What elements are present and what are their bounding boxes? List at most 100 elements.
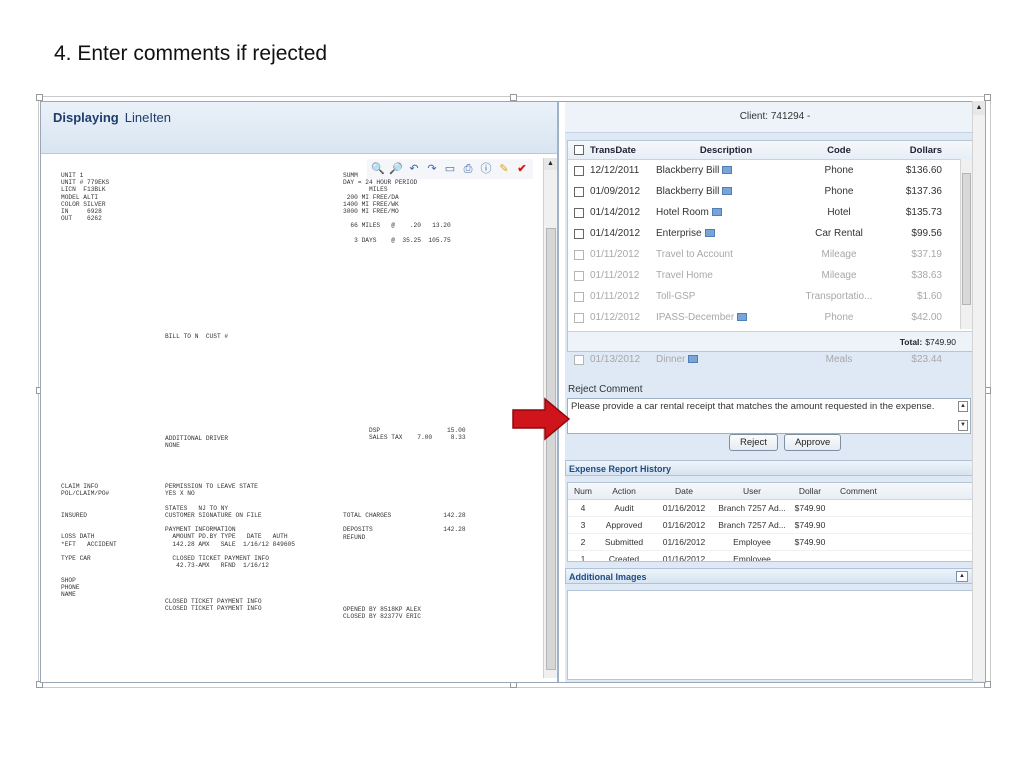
attachment-icon[interactable] xyxy=(722,166,733,175)
col-transdate[interactable]: TransDate xyxy=(590,145,648,156)
hcol-date[interactable]: Date xyxy=(650,486,718,496)
hcol-action[interactable]: Action xyxy=(598,486,650,496)
row-code: Phone xyxy=(824,165,854,176)
comment-scroll-up-icon[interactable]: ▲ xyxy=(958,401,968,412)
expense-row[interactable]: 01/11/2012 Toll-GSP Transportatio... $1.60 xyxy=(568,286,972,307)
row-checkbox[interactable] xyxy=(574,249,584,260)
row-checkbox[interactable] xyxy=(574,186,584,197)
scroll-up-icon[interactable]: ▲ xyxy=(544,158,557,170)
row-description[interactable]: IPASS-December xyxy=(648,312,796,323)
resize-handle-tr[interactable] xyxy=(984,94,991,101)
pencil-icon[interactable]: ✎ xyxy=(497,162,511,176)
expense-row[interactable]: 01/09/2012 Blackberry Bill Phone $137.36 xyxy=(568,181,972,202)
row-checkbox[interactable] xyxy=(574,270,584,281)
page-scrollbar[interactable]: ▲ xyxy=(972,101,985,681)
row-description-text: Hotel Room xyxy=(656,207,709,218)
history-user: Branch 7257 Ad... xyxy=(718,520,786,530)
history-grid-header: Num Action Date User Dollar Comment xyxy=(568,483,972,500)
expense-grid-scrollbar[interactable] xyxy=(960,159,972,329)
total-label: Total: xyxy=(899,337,923,347)
reject-comment-input[interactable]: Please provide a car rental receipt that… xyxy=(567,398,971,434)
red-arrow-icon xyxy=(512,397,571,441)
history-row[interactable]: 3 Approved 01/16/2012 Branch 7257 Ad... $749… xyxy=(568,517,972,534)
resize-handle-tl[interactable] xyxy=(36,94,43,101)
resize-handle-t[interactable] xyxy=(510,94,517,101)
attachment-icon[interactable] xyxy=(704,229,715,238)
attachment-icon[interactable] xyxy=(737,313,748,322)
row-dollars: $37.19 xyxy=(911,249,942,260)
row-checkbox[interactable] xyxy=(574,207,584,218)
row-description[interactable]: Hotel Room xyxy=(648,207,796,218)
select-all-checkbox[interactable] xyxy=(574,145,584,155)
history-row[interactable]: 4 Audit 01/16/2012 Branch 7257 Ad... $749.90 xyxy=(568,500,972,517)
viewer-heading-item: LineIten xyxy=(124,110,172,125)
history-date: 01/16/2012 xyxy=(662,503,706,513)
comment-scrollbar[interactable]: ▲ ▼ xyxy=(958,401,968,431)
expense-scroll-thumb[interactable] xyxy=(962,173,971,305)
row-dollars: $135.73 xyxy=(905,207,942,218)
total-value: $749.90 xyxy=(925,337,956,347)
checkmark-icon[interactable]: ✔ xyxy=(515,162,529,176)
row-description[interactable]: Blackberry Bill xyxy=(648,186,796,197)
hcol-comment[interactable]: Comment xyxy=(834,486,900,496)
row-checkbox[interactable] xyxy=(574,228,584,239)
hcol-user[interactable]: User xyxy=(718,486,786,496)
row-checkbox[interactable] xyxy=(574,354,584,365)
row-checkbox[interactable] xyxy=(574,165,584,176)
col-description[interactable]: Description xyxy=(648,145,796,156)
history-section-header: Expense Report History xyxy=(565,460,973,476)
row-description-text: Enterprise xyxy=(656,228,702,239)
receipt-driver-block: ADDITIONAL DRIVER NONE xyxy=(165,435,229,450)
col-code[interactable]: Code xyxy=(796,145,882,156)
expense-row[interactable]: 01/14/2012 Hotel Room Hotel $135.73 xyxy=(568,202,972,223)
row-description[interactable]: Enterprise xyxy=(648,228,796,239)
expense-row[interactable]: 01/11/2012 Travel to Account Mileage $37.19 xyxy=(568,244,972,265)
attachment-icon[interactable] xyxy=(711,208,722,217)
hcol-dollar[interactable]: Dollar xyxy=(786,486,834,496)
history-row[interactable]: 1 Created 01/16/2012 Employee xyxy=(568,551,972,561)
scroll-thumb[interactable] xyxy=(546,228,556,670)
row-description[interactable]: Toll-GSP xyxy=(648,291,796,302)
expense-grid: TransDate Description Code Dollars 12/12… xyxy=(567,140,973,365)
row-description[interactable]: Blackberry Bill xyxy=(648,165,796,176)
approve-button[interactable]: Approve xyxy=(783,434,842,451)
row-dollars: $23.44 xyxy=(911,354,942,365)
attachment-icon[interactable] xyxy=(688,355,699,364)
row-dollars: $136.60 xyxy=(905,165,942,176)
expense-row[interactable]: 12/12/2011 Blackberry Bill Phone $136.60 xyxy=(568,160,972,181)
expense-row[interactable]: 01/12/2012 IPASS-December Phone $42.00 xyxy=(568,307,972,328)
additional-images-header: Additional Images ▲ xyxy=(565,568,973,584)
row-description[interactable]: Dinner xyxy=(648,354,796,365)
expense-total: Total: $749.90 xyxy=(568,331,972,351)
collapse-icon[interactable]: ▲ xyxy=(956,571,968,582)
row-description[interactable]: Travel Home xyxy=(648,270,796,281)
comment-scroll-down-icon[interactable]: ▼ xyxy=(958,420,968,431)
attachment-icon[interactable] xyxy=(722,187,733,196)
receipt-tax-block: DSP 15.00 SALES TAX 7.00 8.33 xyxy=(369,427,466,442)
row-description[interactable]: Travel to Account xyxy=(648,249,796,260)
row-code: Mileage xyxy=(821,270,857,281)
reject-button[interactable]: Reject xyxy=(729,434,778,451)
history-row[interactable]: 2 Submitted 01/16/2012 Employee $749.90 xyxy=(568,534,972,551)
receipt-totals-block: TOTAL CHARGES 142.28 DEPOSITS 142.28 REF… xyxy=(343,512,466,620)
expense-row[interactable]: 01/14/2012 Enterprise Car Rental $99.56 xyxy=(568,223,972,244)
row-date: 01/12/2012 xyxy=(590,312,641,323)
col-dollars[interactable]: Dollars xyxy=(882,145,942,156)
row-date: 12/12/2011 xyxy=(590,165,640,176)
history-dollar: $749.90 xyxy=(794,537,826,547)
row-code: Car Rental xyxy=(815,228,863,239)
expense-row[interactable]: 01/13/2012 Dinner Meals $23.44 xyxy=(568,349,972,370)
row-checkbox[interactable] xyxy=(574,312,584,323)
print-icon[interactable]: ⎙ xyxy=(461,162,475,176)
hcol-num[interactable]: Num xyxy=(568,486,598,496)
row-date: 01/14/2012 xyxy=(590,207,641,218)
page-scroll-up-icon[interactable]: ▲ xyxy=(973,101,985,115)
expense-row[interactable]: 01/11/2012 Travel Home Mileage $38.63 xyxy=(568,265,972,286)
client-bar: Client: 741294 - xyxy=(565,102,985,133)
history-num: 2 xyxy=(580,537,586,547)
row-checkbox[interactable] xyxy=(574,291,584,302)
row-description-text: IPASS-December xyxy=(656,312,735,323)
row-date: 01/11/2012 xyxy=(590,249,640,260)
info-icon[interactable]: ⓘ xyxy=(479,162,493,176)
history-action: Submitted xyxy=(604,537,644,547)
